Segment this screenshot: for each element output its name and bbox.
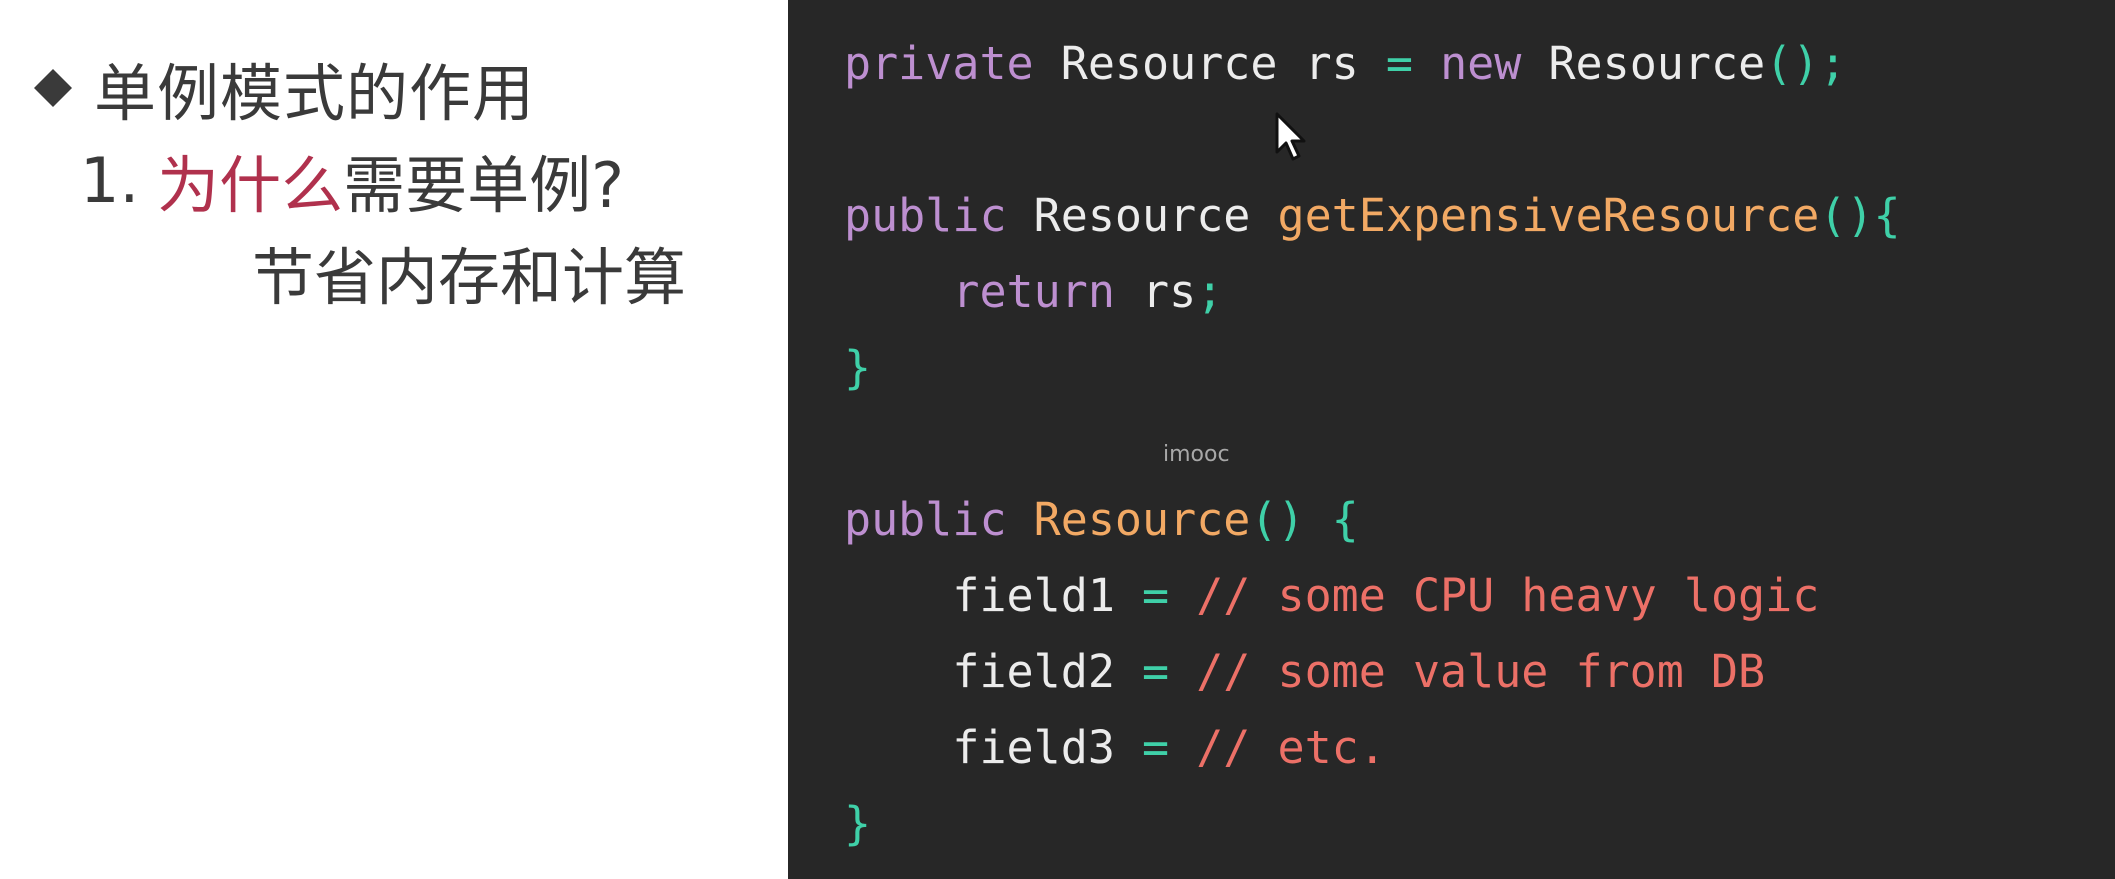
slide-heading: 单例模式的作用	[94, 57, 536, 130]
code-line: public Resource getExpensiveResource(){	[844, 178, 1901, 254]
code-token: new	[1440, 37, 1549, 90]
code-token: Resource	[1033, 189, 1278, 242]
code-token: // etc.	[1196, 721, 1386, 774]
code-line: private Resource rs = new Resource();	[844, 26, 1901, 102]
code-token: // some CPU heavy logic	[1196, 569, 1820, 622]
mouse-cursor-icon	[1275, 112, 1306, 161]
code-token: ;	[1196, 265, 1224, 318]
code-token: field1	[844, 569, 1143, 622]
code-line: field1 = // some CPU heavy logic	[844, 558, 1901, 634]
code-token: return	[844, 265, 1143, 318]
code-token: ();	[1765, 37, 1847, 90]
code-token: =	[1385, 37, 1441, 90]
code-token: // some value from DB	[1196, 645, 1766, 698]
diamond-bullet-icon	[34, 69, 72, 107]
code-token: (){	[1819, 189, 1901, 242]
slide-text-panel: 单例模式的作用 1. 为什么 需要单例? 节省内存和计算	[0, 0, 788, 879]
code-token: =	[1142, 721, 1197, 774]
code-token: getExpensiveResource	[1277, 189, 1820, 242]
code-line: field3 = // etc.	[844, 710, 1901, 786]
code-token: private	[844, 37, 1061, 90]
question-item: 1. 为什么 需要单例?	[80, 140, 624, 223]
question-number: 1.	[80, 143, 140, 217]
code-token: Resource	[1060, 37, 1305, 90]
code-line: field2 = // some value from DB	[844, 634, 1901, 710]
code-line: return rs;	[844, 254, 1901, 330]
code-token: public	[844, 493, 1034, 546]
question-highlight: 为什么	[157, 149, 344, 222]
code-token: field2	[844, 645, 1143, 698]
code-token: Resource	[1033, 493, 1251, 546]
code-line: public Resource() {	[844, 482, 1901, 558]
code-token: Resource	[1548, 37, 1766, 90]
code-line: }	[844, 786, 1901, 862]
code-block: private Resource rs = new Resource(); pu…	[844, 26, 1901, 862]
heading-row: 单例模式的作用	[28, 48, 535, 130]
code-token: () {	[1250, 493, 1359, 546]
code-token: =	[1142, 645, 1197, 698]
code-token: }	[844, 341, 872, 394]
watermark: imooc	[1163, 442, 1230, 467]
code-token: rs	[1142, 265, 1197, 318]
code-token: }	[844, 797, 872, 850]
slide-page: 单例模式的作用 1. 为什么 需要单例? 节省内存和计算 private Res…	[0, 0, 2115, 879]
code-token: public	[844, 189, 1034, 242]
code-panel: private Resource rs = new Resource(); pu…	[788, 0, 2115, 879]
answer-text: 节省内存和计算	[252, 241, 687, 314]
code-line: }	[844, 330, 1901, 406]
code-token: field3	[844, 721, 1143, 774]
question-text: 需要单例?	[343, 149, 625, 222]
code-token: =	[1142, 569, 1197, 622]
code-token: rs	[1304, 37, 1386, 90]
